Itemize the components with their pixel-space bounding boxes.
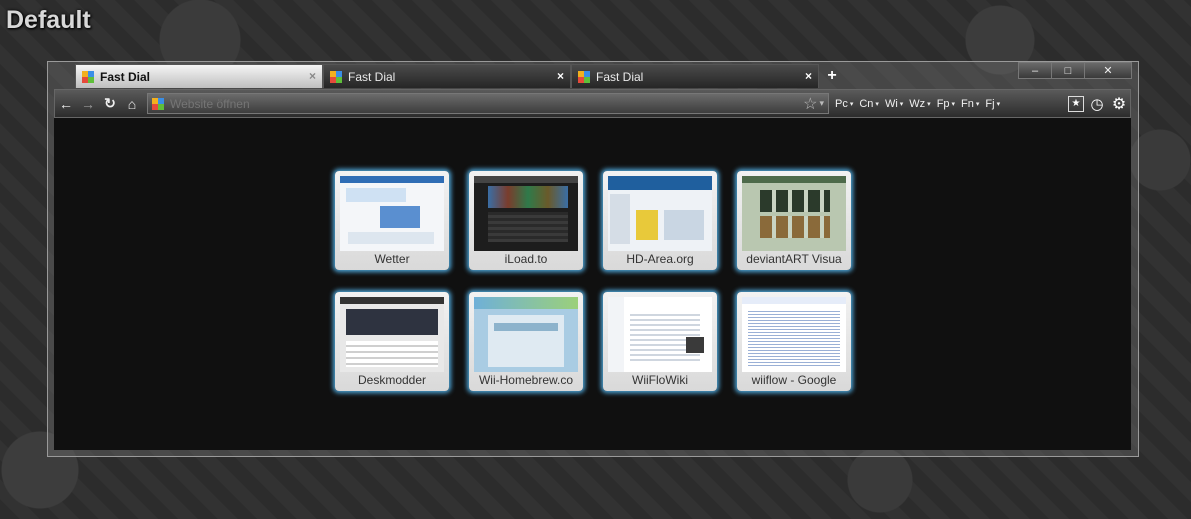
fast-dial-page: Wetter iLoad.to HD-Area.org deviantART V… [54,118,1131,450]
chevron-down-icon: ▾ [899,100,904,108]
tile-label: Wii-Homebrew.co [478,373,574,387]
chevron-down-icon: ▾ [975,100,980,108]
site-thumbnail [474,176,578,251]
site-thumbnail [742,297,846,372]
tile-label: deviantART Visua [746,252,842,266]
extension-menu-pc[interactable]: Pc ▾ [835,98,853,110]
tile-label: WiiFloWiki [632,373,688,387]
fast-dial-favicon-icon [578,70,590,83]
site-thumbnail [340,176,444,251]
tab-close-icon[interactable]: × [309,69,316,83]
fast-dial-favicon-icon [82,70,94,83]
speed-dial-tile-hd-area[interactable]: HD-Area.org [603,171,717,270]
fast-dial-favicon-icon [330,70,342,83]
toolbar-right-actions: ★ ◷ ⚙ [1064,95,1130,113]
page-favicon-icon [152,97,164,110]
extension-label: Wz [909,97,926,110]
tile-label: Deskmodder [357,373,427,387]
site-thumbnail [608,297,712,372]
extension-menu-fp[interactable]: Fp ▾ [937,98,955,110]
address-input[interactable] [168,95,804,112]
chevron-down-icon: ▾ [951,100,956,108]
back-button[interactable]: ← [55,93,77,115]
home-button[interactable]: ⌂ [121,93,143,115]
reload-button[interactable]: ↻ [99,93,121,115]
chevron-down-icon: ▾ [875,100,879,108]
speed-dial-tile-deskmodder[interactable]: Deskmodder [335,292,449,391]
new-tab-button[interactable]: + [819,64,845,88]
speed-dial-tile-wii-homebrew[interactable]: Wii-Homebrew.co [469,292,583,391]
tile-label: iLoad.to [504,252,548,266]
speed-dial-tile-wetter[interactable]: Wetter [335,171,449,270]
extension-label: Pc [835,97,848,110]
extension-menu-fn[interactable]: Fn ▾ [961,98,979,110]
speed-dial-tile-iload[interactable]: iLoad.to [469,171,583,270]
tab-close-icon[interactable]: × [557,69,564,83]
maximize-button[interactable]: □ [1051,62,1085,79]
profile-label: Default [6,6,91,34]
bookmarks-icon[interactable]: ★ [1068,95,1084,112]
site-thumbnail [340,297,444,372]
site-thumbnail [742,176,846,251]
tile-label: wiiflow - Google [751,373,837,387]
extension-label: Fp [936,97,950,110]
extension-menu-cn[interactable]: Cn ▾ [859,98,879,110]
extension-label: Cn [859,97,874,110]
tab-title: Fast Dial [100,69,151,84]
extension-menu-fj[interactable]: Fj ▾ [985,98,1000,110]
window-close-button[interactable]: ✕ [1084,62,1132,79]
tab-fast-dial-1[interactable]: Fast Dial × [75,64,323,88]
chevron-down-icon: ▾ [996,100,1001,108]
settings-gear-icon[interactable]: ⚙ [1110,95,1128,113]
chevron-down-icon: ▾ [849,100,854,108]
tab-fast-dial-2[interactable]: Fast Dial × [323,64,571,88]
minimize-button[interactable]: – [1018,62,1052,79]
address-bar[interactable]: ☆ ▾ [147,93,829,114]
browser-window: – □ ✕ Fast Dial × Fast Dial × Fast Dial … [47,61,1139,457]
tab-close-icon[interactable]: × [805,69,812,83]
tile-label: Wetter [374,252,410,266]
extension-label: Wi [884,97,898,110]
site-thumbnail [474,297,578,372]
extension-label: Fn [961,97,974,110]
site-thumbnail [608,176,712,251]
extension-menu-wi[interactable]: Wi ▾ [885,98,903,110]
speed-dial-tile-deviantart[interactable]: deviantART Visua [737,171,851,270]
speed-dial-tile-wiiflow-google[interactable]: wiiflow - Google [737,292,851,391]
bookmark-star-icon[interactable]: ☆ [803,94,817,114]
chevron-down-icon: ▾ [927,100,931,108]
tab-strip: Fast Dial × Fast Dial × Fast Dial × + [75,64,845,88]
extension-menu-wz[interactable]: Wz ▾ [909,98,930,110]
address-dropdown-icon[interactable]: ▾ [819,98,824,109]
forward-button[interactable]: → [77,93,99,115]
extension-label: Fj [985,97,995,110]
tile-label: HD-Area.org [626,252,694,266]
navigation-toolbar: ← → ↻ ⌂ ☆ ▾ Pc▾ Cn▾ Wi▾ Wz▾ Fp▾ Fn▾ Fj▾ … [54,89,1131,118]
tab-title: Fast Dial [596,69,644,84]
tab-fast-dial-3[interactable]: Fast Dial × [571,64,819,88]
window-controls: – □ ✕ [1018,62,1132,79]
speed-dial-tile-wiiflowiki[interactable]: WiiFloWiki [603,292,717,391]
history-clock-icon[interactable]: ◷ [1088,95,1106,113]
tab-title: Fast Dial [348,69,396,84]
